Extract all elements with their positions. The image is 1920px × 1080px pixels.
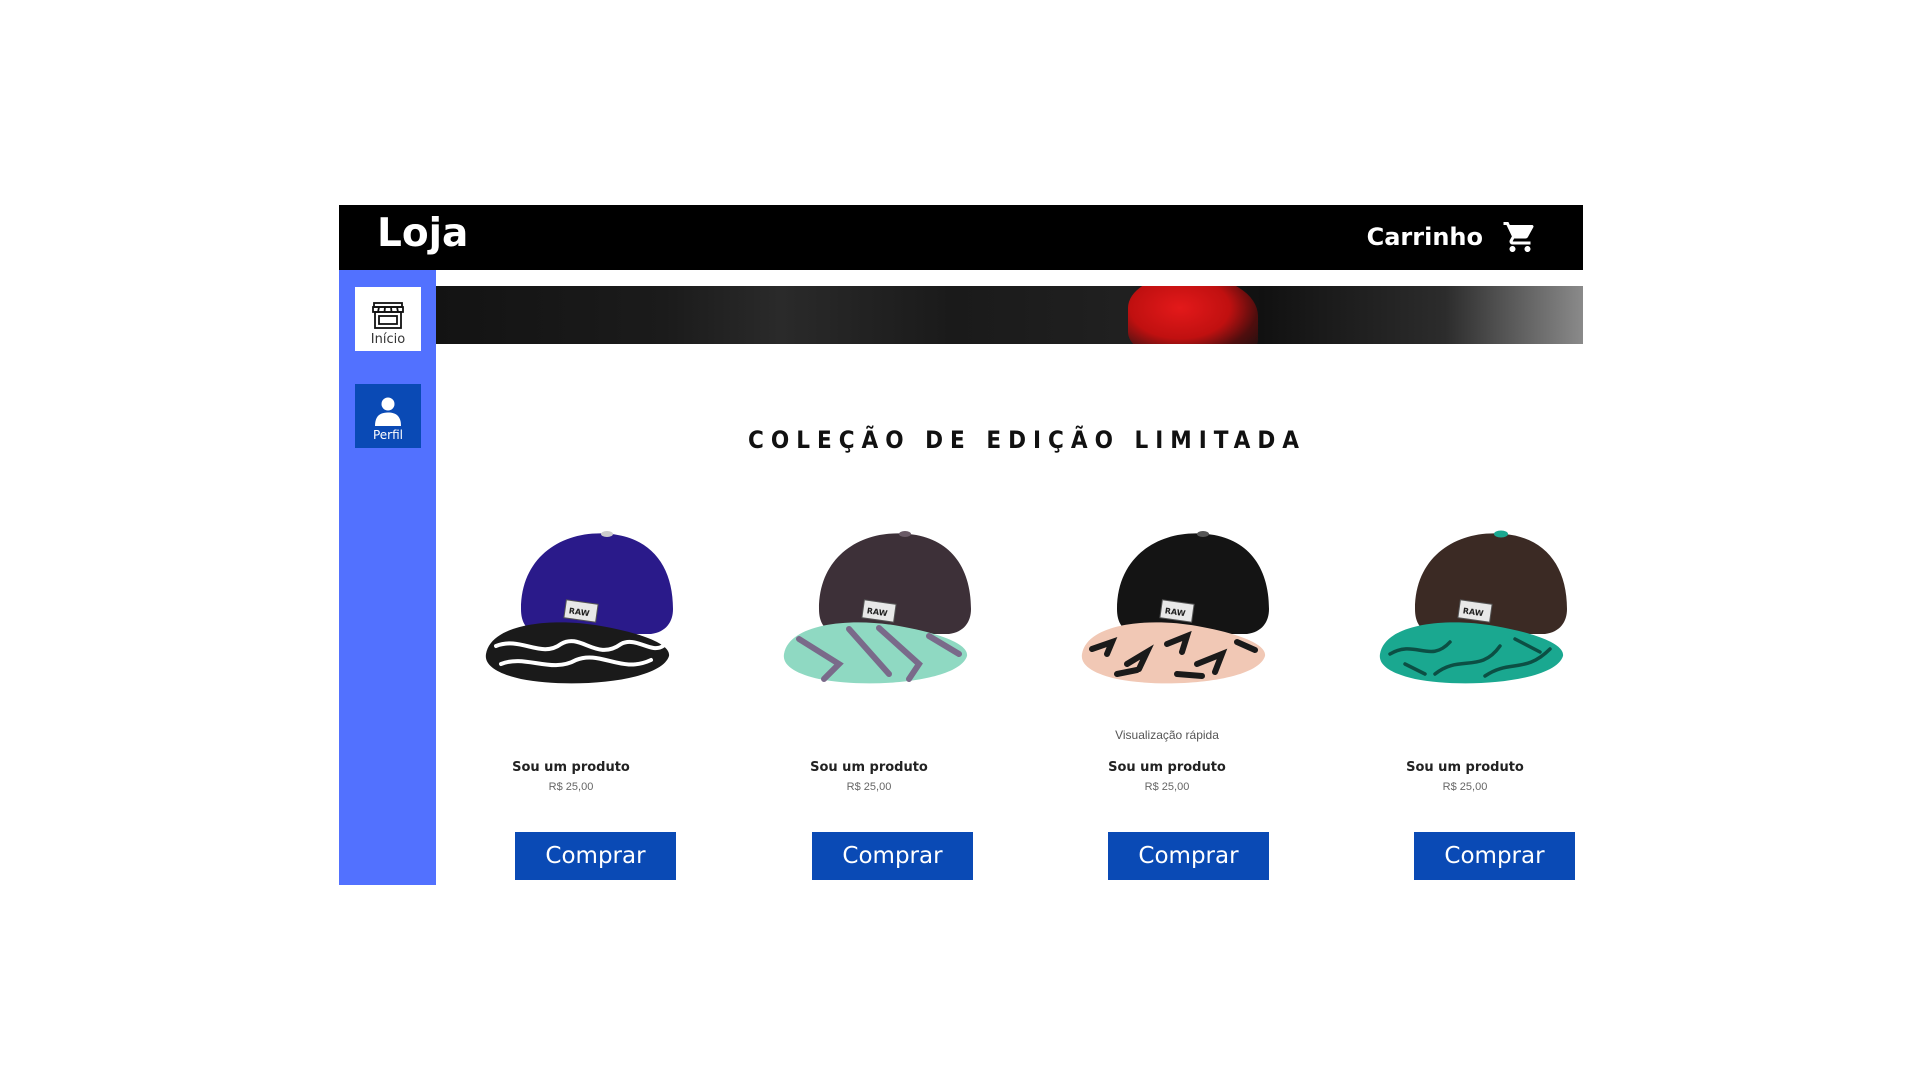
product-card[interactable]: RAW Sou um produto R$ 25,00 Comprar (451, 514, 691, 885)
top-header: Loja Carrinho (339, 205, 1583, 270)
product-image[interactable]: RAW (779, 514, 989, 694)
product-image[interactable]: RAW (1077, 514, 1287, 694)
store-icon (372, 302, 404, 329)
product-price: R$ 25,00 (846, 781, 892, 793)
cart-button[interactable]: Carrinho (1367, 217, 1539, 257)
product-card[interactable]: RAW Sou um produto R$ 25,00 Comprar (749, 514, 989, 885)
product-name: Sou um produto (512, 760, 630, 775)
buy-button[interactable]: Comprar (812, 832, 973, 880)
product-price: R$ 25,00 (548, 781, 594, 793)
buy-button[interactable]: Comprar (1108, 832, 1269, 880)
product-card[interactable]: RAW Visualização rápida Sou um produto R… (1047, 514, 1287, 885)
collection-title: COLEÇÃO DE EDIÇÃO LIMITADA (748, 426, 1306, 454)
product-image[interactable]: RAW (1375, 514, 1585, 694)
quick-view-label[interactable]: Visualização rápida (1047, 728, 1287, 742)
app-window: Loja Carrinho Início Perfil COLEÇÃO DE E… (339, 205, 1583, 885)
hero-banner (436, 286, 1583, 344)
product-name: Sou um produto (810, 760, 928, 775)
product-name: Sou um produto (1406, 760, 1524, 775)
buy-button[interactable]: Comprar (1414, 832, 1575, 880)
sidebar-item-perfil[interactable]: Perfil (355, 384, 421, 448)
brand-title: Loja (377, 211, 469, 256)
sidebar-item-label: Perfil (372, 428, 404, 442)
buy-button[interactable]: Comprar (515, 832, 676, 880)
product-image[interactable]: RAW (481, 514, 691, 694)
sidebar: Início Perfil (339, 270, 436, 885)
sidebar-item-label: Início (370, 332, 406, 347)
shopping-cart-icon (1503, 222, 1534, 252)
cart-label: Carrinho (1366, 223, 1483, 251)
product-name: Sou um produto (1108, 760, 1226, 775)
main-content: COLEÇÃO DE EDIÇÃO LIMITADA RAW Sou um pr… (436, 344, 1583, 885)
product-price: R$ 25,00 (1442, 781, 1488, 793)
sidebar-item-inicio[interactable]: Início (355, 287, 421, 351)
user-icon (375, 397, 401, 426)
product-card[interactable]: RAW Sou um produto R$ 25,00 Comprar (1345, 514, 1585, 885)
product-price: R$ 25,00 (1144, 781, 1190, 793)
hero-banner-image (1128, 286, 1258, 344)
